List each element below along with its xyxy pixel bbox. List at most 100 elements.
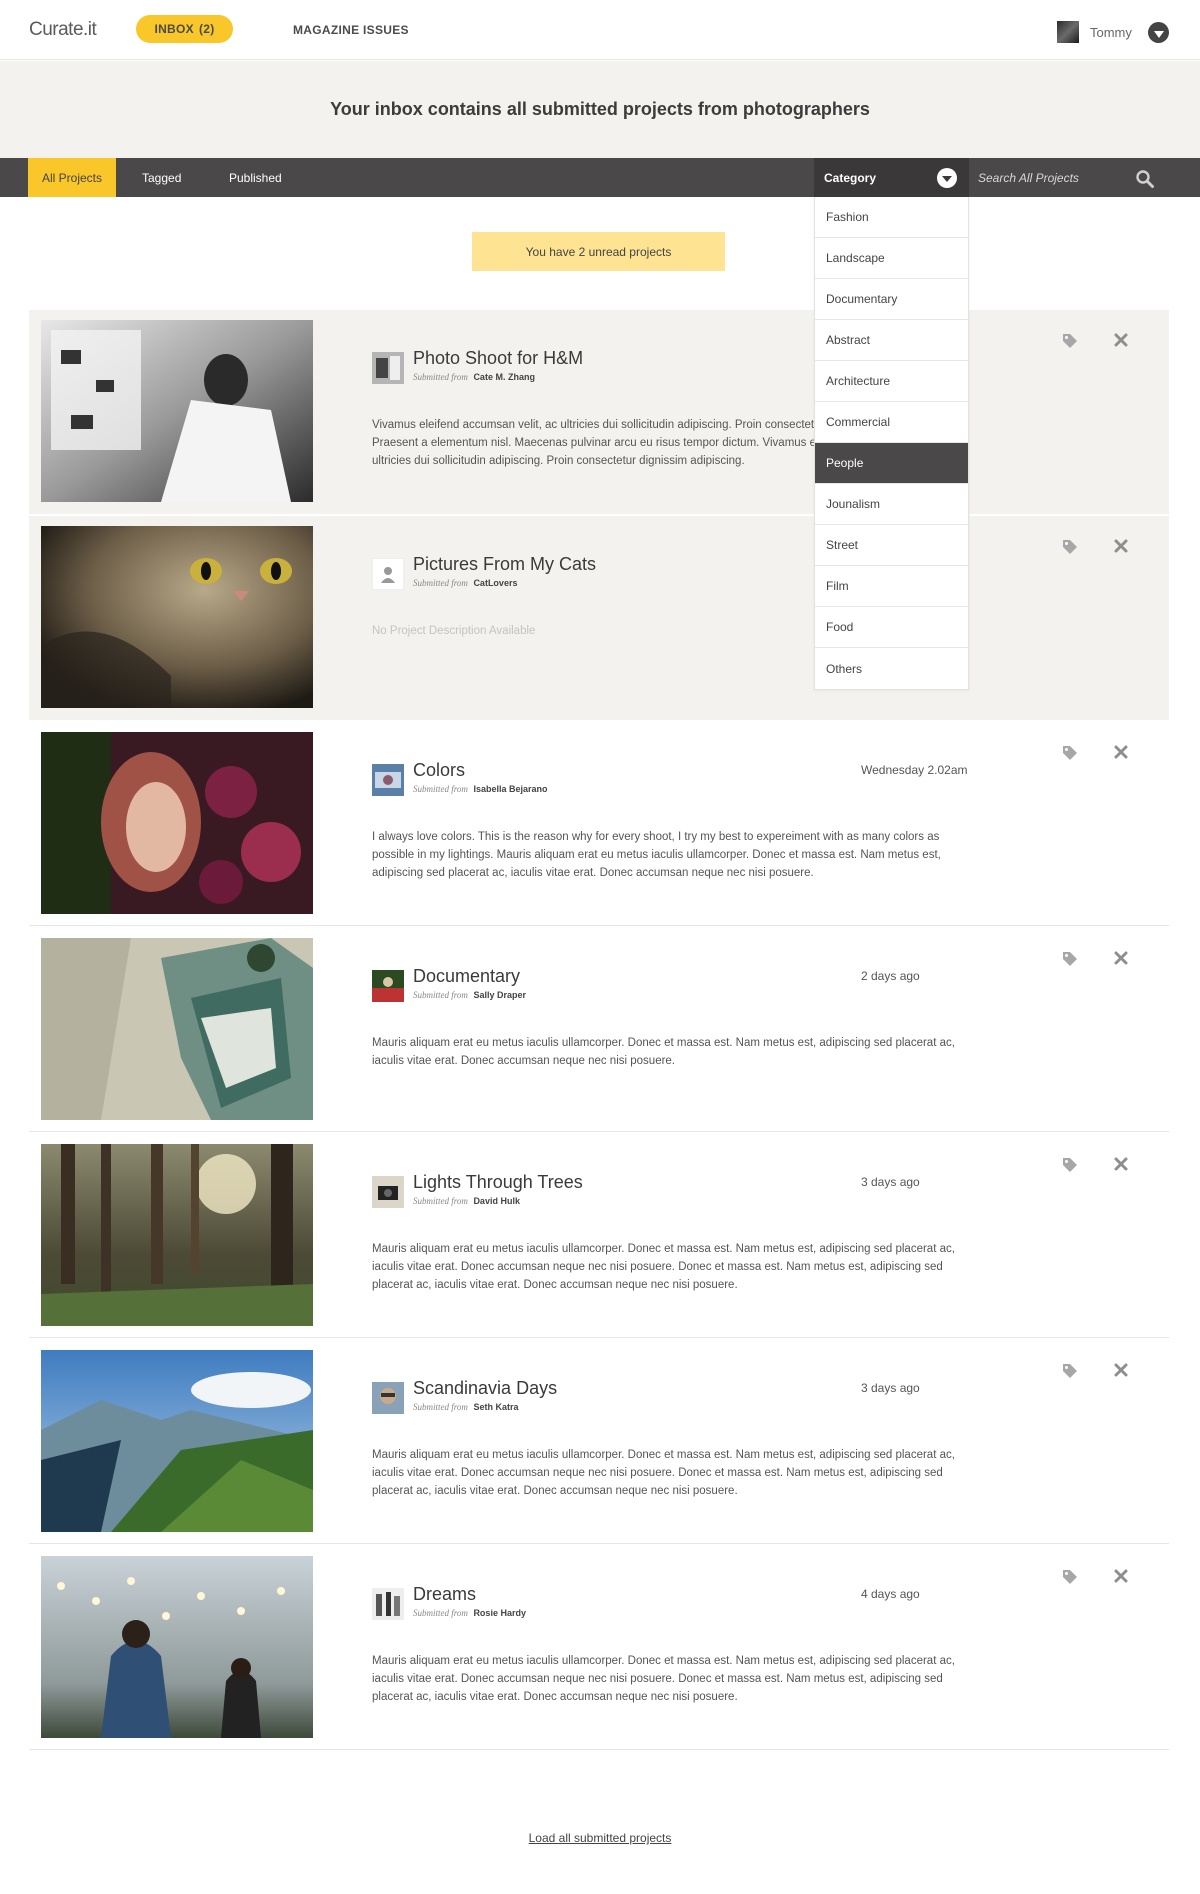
inbox-tab[interactable]: INBOX (2) <box>136 15 233 43</box>
submitted-from: Submitted from Cate M. Zhang <box>413 372 535 382</box>
close-icon[interactable] <box>1113 1156 1129 1172</box>
category-label: Category <box>824 170 877 185</box>
category-option-film[interactable]: Film <box>815 566 968 607</box>
page-title: Your inbox contains all submitted projec… <box>330 99 870 119</box>
project-title[interactable]: Photo Shoot for H&M <box>413 348 583 369</box>
submitter-name[interactable]: Seth Katra <box>473 1402 518 1412</box>
category-option-landscape[interactable]: Landscape <box>815 238 968 279</box>
close-icon[interactable] <box>1113 950 1129 966</box>
submitter-name[interactable]: Rosie Hardy <box>473 1608 526 1618</box>
submitted-label: Submitted from <box>413 1402 468 1412</box>
submitter-avatar <box>372 1176 404 1208</box>
tag-icon[interactable] <box>1061 332 1079 350</box>
logo[interactable]: Curate.it <box>29 19 97 41</box>
tab-all-projects[interactable]: All Projects <box>28 158 117 197</box>
submitter-avatar <box>372 970 404 1002</box>
tag-icon[interactable] <box>1061 950 1079 968</box>
project-thumbnail[interactable] <box>41 1350 313 1532</box>
tag-icon[interactable] <box>1061 1362 1079 1380</box>
submitted-label: Submitted from <box>413 1608 468 1618</box>
project-thumbnail[interactable] <box>41 938 313 1120</box>
project-thumbnail[interactable] <box>41 526 313 708</box>
category-option-commercial[interactable]: Commercial <box>815 402 968 443</box>
category-option-people[interactable]: People <box>815 443 968 484</box>
tag-icon[interactable] <box>1061 1156 1079 1174</box>
close-icon[interactable] <box>1113 538 1129 554</box>
submitter-name[interactable]: Isabella Bejarano <box>473 784 547 794</box>
user-avatar[interactable] <box>1057 21 1079 43</box>
close-icon[interactable] <box>1113 1362 1129 1378</box>
project-time: Wednesday 2.02am <box>861 763 968 777</box>
project-title[interactable]: Colors <box>413 760 465 781</box>
submitter-name[interactable]: Sally Draper <box>473 990 526 1000</box>
category-option-fashion[interactable]: Fashion <box>815 197 968 238</box>
submitter-name[interactable]: Cate M. Zhang <box>473 372 535 382</box>
submitted-from: Submitted from Seth Katra <box>413 1402 518 1412</box>
default-avatar-icon <box>372 558 404 590</box>
user-name[interactable]: Tommy <box>1090 25 1132 40</box>
search-box <box>969 158 1200 197</box>
category-select[interactable]: Category <box>814 158 969 197</box>
project-row[interactable]: Documentary Submitted from Sally Draper … <box>29 928 1169 1132</box>
tab-tagged[interactable]: Tagged <box>142 158 181 197</box>
unread-banner: You have 2 unread projects <box>472 232 725 271</box>
project-row[interactable]: Dreams Submitted from Rosie Hardy 4 days… <box>29 1546 1169 1750</box>
close-icon[interactable] <box>1113 744 1129 760</box>
project-thumbnail[interactable] <box>41 1144 313 1326</box>
project-row[interactable]: Scandinavia Days Submitted from Seth Kat… <box>29 1340 1169 1544</box>
project-time: 4 days ago <box>861 1587 920 1601</box>
project-thumbnail[interactable] <box>41 1556 313 1738</box>
category-option-street[interactable]: Street <box>815 525 968 566</box>
tag-icon[interactable] <box>1061 1568 1079 1586</box>
search-input[interactable] <box>978 170 1148 185</box>
category-option-documentary[interactable]: Documentary <box>815 279 968 320</box>
category-dropdown: Fashion Landscape Documentary Abstract A… <box>814 197 969 690</box>
load-all-projects-link[interactable]: Load all submitted projects <box>529 1831 672 1845</box>
load-more: Load all submitted projects <box>0 1829 1200 1847</box>
project-description: I always love colors. This is the reason… <box>372 831 941 879</box>
close-icon[interactable] <box>1113 332 1129 348</box>
category-option-architecture[interactable]: Architecture <box>815 361 968 402</box>
magazine-issues-link[interactable]: MAGAZINE ISSUES <box>293 23 409 37</box>
category-option-jounalism[interactable]: Jounalism <box>815 484 968 525</box>
submitter-name[interactable]: David Hulk <box>473 1196 520 1206</box>
tag-icon[interactable] <box>1061 538 1079 556</box>
tag-icon[interactable] <box>1061 744 1079 762</box>
submitted-label: Submitted from <box>413 372 468 382</box>
project-time: 2 days ago <box>861 969 920 983</box>
filter-bar: All Projects Tagged Published Category <box>0 158 1200 197</box>
project-row[interactable]: Pictures From My Cats Submitted from Cat… <box>29 516 1169 720</box>
submitter-avatar <box>372 764 404 796</box>
project-thumbnail[interactable] <box>41 320 313 502</box>
project-row[interactable]: Lights Through Trees Submitted from Davi… <box>29 1134 1169 1338</box>
close-icon[interactable] <box>1113 1568 1129 1584</box>
project-row[interactable]: Photo Shoot for H&M Submitted from Cate … <box>29 310 1169 514</box>
submitted-label: Submitted from <box>413 1196 468 1206</box>
inbox-count: (2) <box>198 22 215 36</box>
project-title[interactable]: Lights Through Trees <box>413 1172 583 1193</box>
project-row[interactable]: Colors Submitted from Isabella Bejarano … <box>29 722 1169 926</box>
submitted-from: Submitted from Isabella Bejarano <box>413 784 547 794</box>
tab-published[interactable]: Published <box>229 158 282 197</box>
project-title[interactable]: Pictures From My Cats <box>413 554 596 575</box>
chevron-down-icon[interactable] <box>937 168 957 188</box>
submitted-from: Submitted from David Hulk <box>413 1196 520 1206</box>
submitter-avatar <box>372 1588 404 1620</box>
top-nav: Curate.it INBOX (2) MAGAZINE ISSUES Tomm… <box>0 0 1200 60</box>
category-option-abstract[interactable]: Abstract <box>815 320 968 361</box>
category-option-others[interactable]: Others <box>815 648 968 689</box>
submitted-from: Submitted from CatLovers <box>413 578 517 588</box>
project-title[interactable]: Documentary <box>413 966 520 987</box>
category-option-food[interactable]: Food <box>815 607 968 648</box>
project-description: Mauris aliquam erat eu metus iaculis ull… <box>372 1449 955 1497</box>
search-icon[interactable] <box>1135 169 1155 189</box>
project-title[interactable]: Scandinavia Days <box>413 1378 557 1399</box>
submitted-label: Submitted from <box>413 990 468 1000</box>
project-time: 3 days ago <box>861 1175 920 1189</box>
chevron-down-icon[interactable] <box>1148 22 1169 43</box>
submitted-label: Submitted from <box>413 578 468 588</box>
submitter-avatar <box>372 1382 404 1414</box>
project-title[interactable]: Dreams <box>413 1584 476 1605</box>
project-thumbnail[interactable] <box>41 732 313 914</box>
submitter-name[interactable]: CatLovers <box>473 578 517 588</box>
